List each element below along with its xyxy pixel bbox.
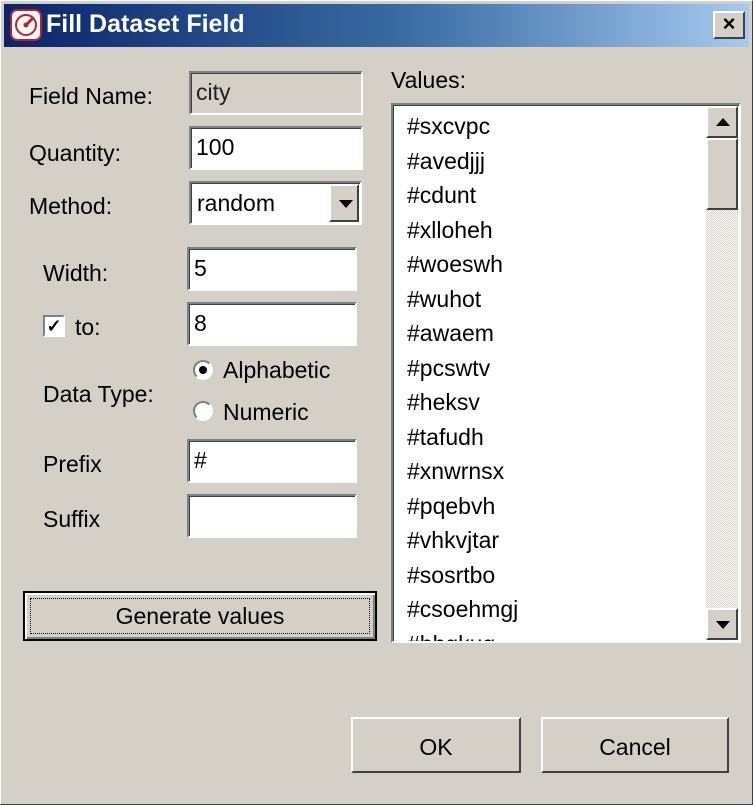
scroll-down-button[interactable] <box>706 608 738 640</box>
prefix-input[interactable]: # <box>187 439 357 483</box>
list-item[interactable]: #woeswh <box>407 247 705 282</box>
values-label: Values: <box>391 67 467 93</box>
to-label: to: <box>75 314 101 340</box>
method-dropdown-button[interactable] <box>329 184 359 222</box>
width-input[interactable]: 5 <box>187 247 357 291</box>
alphabetic-radio[interactable] <box>193 360 213 380</box>
title-bar[interactable]: Fill Dataset Field × <box>4 4 749 47</box>
list-item[interactable]: #pcswtv <box>407 351 705 386</box>
method-label: Method: <box>29 193 113 219</box>
list-item[interactable]: #sxcvpc <box>407 109 705 144</box>
to-checkbox[interactable]: ✓ <box>43 315 65 337</box>
quantity-label: Quantity: <box>29 140 122 166</box>
prefix-label: Prefix <box>43 451 102 477</box>
list-item[interactable]: #xlloheh <box>407 213 705 248</box>
scroll-up-button[interactable] <box>706 106 738 138</box>
numeric-radio[interactable] <box>193 401 213 421</box>
list-item[interactable]: #vhkvjtar <box>407 523 705 558</box>
chevron-down-icon <box>716 621 730 629</box>
values-list[interactable]: #sxcvpc #avedjjj #cdunt #xlloheh #woeswh… <box>391 103 741 643</box>
list-item[interactable]: #sosrtbo <box>407 558 705 593</box>
values-scrollbar[interactable] <box>706 106 738 640</box>
method-select[interactable]: random <box>189 181 362 225</box>
chevron-up-icon <box>716 118 730 126</box>
data-type-label: Data Type: <box>43 381 154 407</box>
list-item[interactable]: #heksv <box>407 385 705 420</box>
field-name-input: city <box>189 71 363 115</box>
alphabetic-label: Alphabetic <box>223 357 331 383</box>
focus-rectangle <box>30 598 370 634</box>
chevron-down-icon <box>339 200 353 208</box>
scroll-thumb[interactable] <box>706 138 738 210</box>
list-item[interactable]: #hhgkug <box>407 627 705 642</box>
fill-dataset-dialog: Fill Dataset Field × Field Name: city Qu… <box>0 0 753 805</box>
suffix-input[interactable] <box>187 494 357 538</box>
width-label: Width: <box>43 260 109 286</box>
ok-button[interactable]: OK <box>351 717 521 773</box>
close-button[interactable]: × <box>713 11 745 39</box>
generate-values-button[interactable]: Generate values <box>23 591 377 641</box>
list-item[interactable]: #pqebvh <box>407 489 705 524</box>
list-item[interactable]: #awaem <box>407 316 705 351</box>
to-input[interactable]: 8 <box>187 302 357 346</box>
suffix-label: Suffix <box>43 506 101 532</box>
values-list-items: #sxcvpc #avedjjj #cdunt #xlloheh #woeswh… <box>407 109 705 642</box>
list-item[interactable]: #xnwrnsx <box>407 454 705 489</box>
app-icon <box>10 9 42 41</box>
list-item[interactable]: #wuhot <box>407 282 705 317</box>
list-item[interactable]: #csoehmgj <box>407 592 705 627</box>
numeric-label: Numeric <box>223 399 309 425</box>
list-item[interactable]: #tafudh <box>407 420 705 455</box>
list-item[interactable]: #avedjjj <box>407 144 705 179</box>
window-title: Fill Dataset Field <box>46 10 245 38</box>
quantity-input[interactable]: 100 <box>189 126 363 170</box>
cancel-button[interactable]: Cancel <box>541 717 729 773</box>
list-item[interactable]: #cdunt <box>407 178 705 213</box>
checkmark-icon: ✓ <box>46 316 62 336</box>
method-select-value: random <box>197 190 275 216</box>
field-name-label: Field Name: <box>29 83 153 109</box>
